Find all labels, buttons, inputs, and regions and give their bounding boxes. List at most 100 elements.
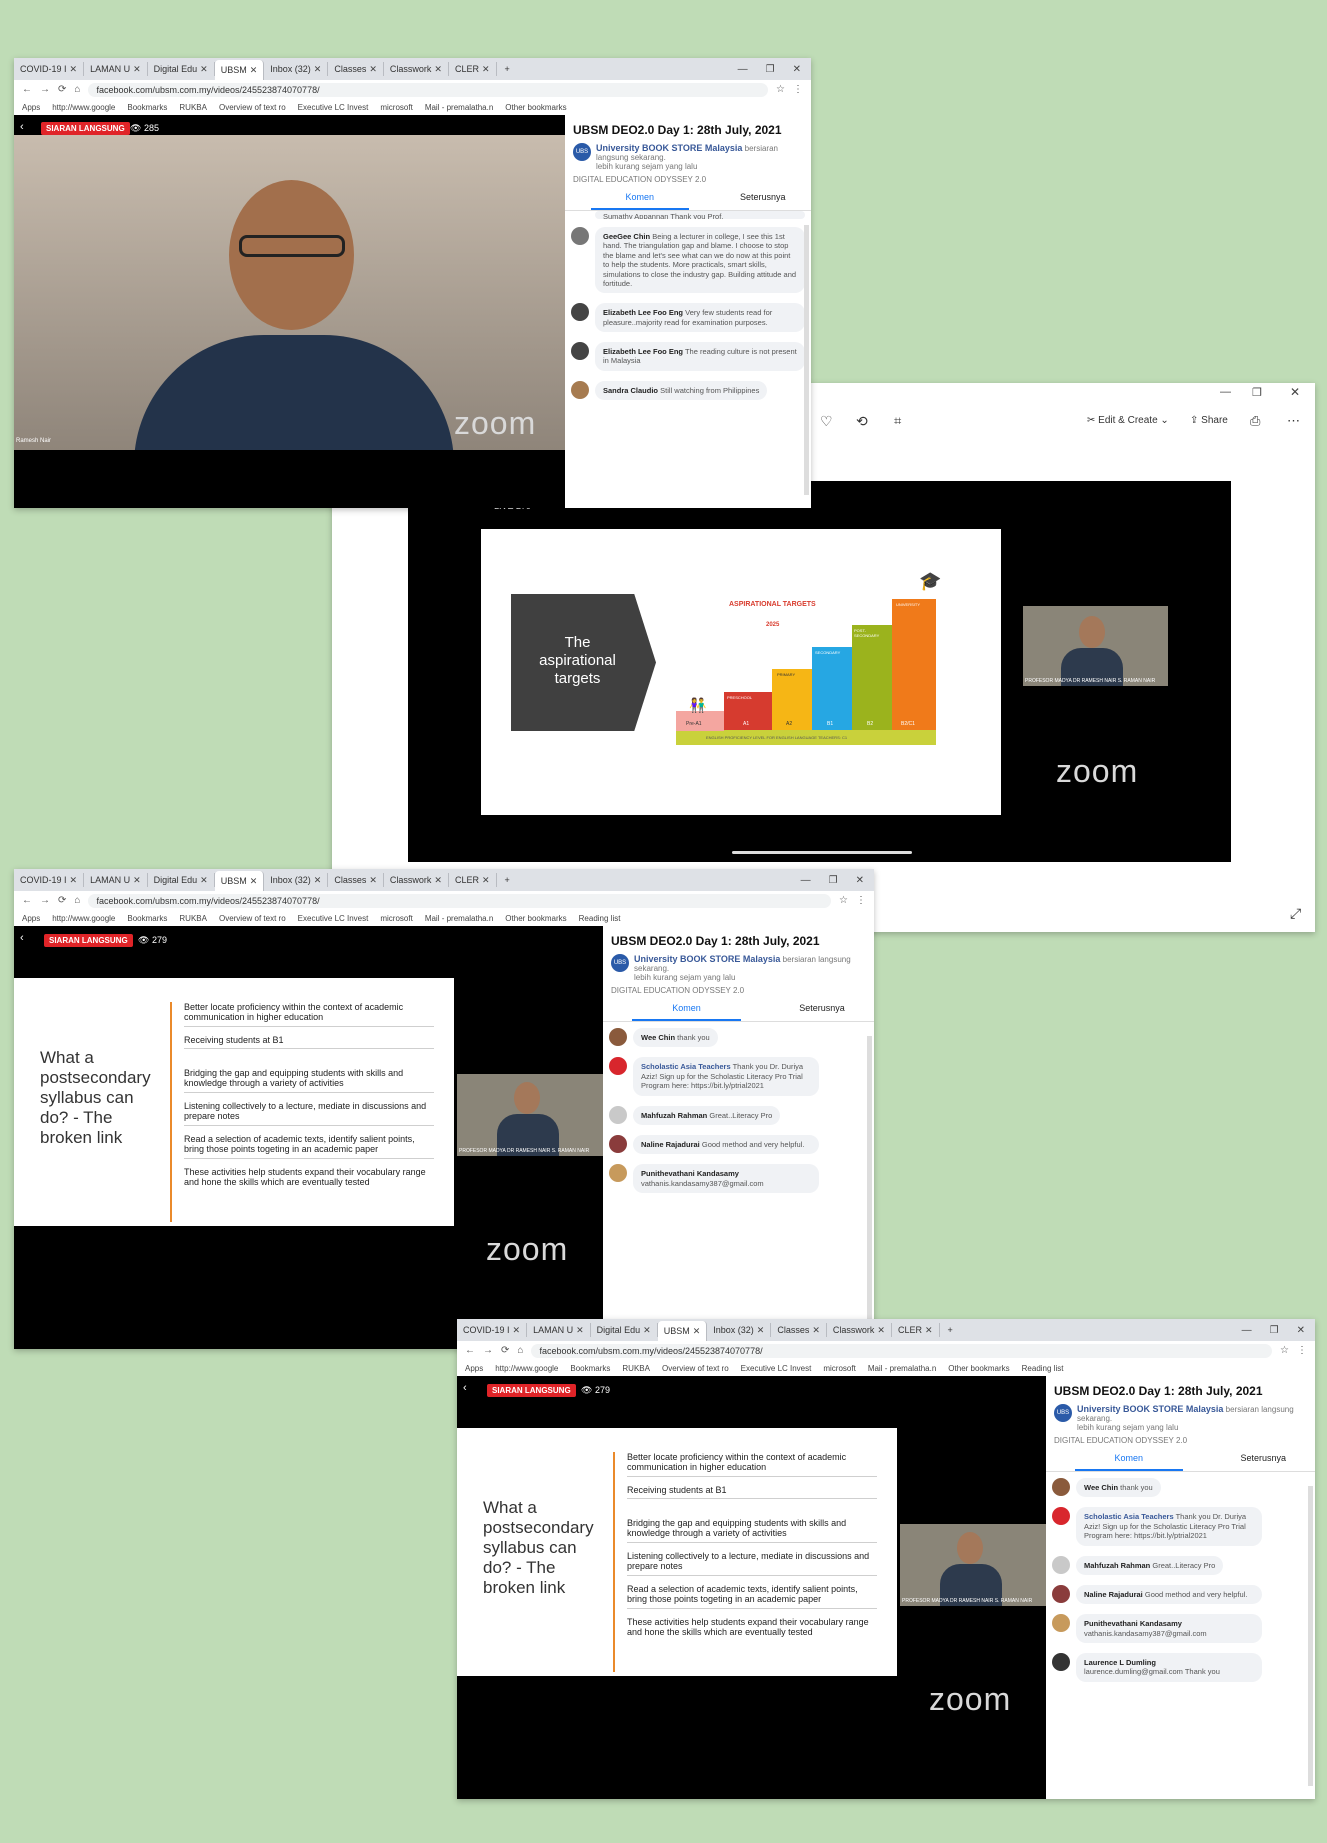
star-icon[interactable]: ☆ xyxy=(1280,1345,1289,1356)
avatar[interactable] xyxy=(571,303,589,322)
bookmark-item[interactable]: Apps xyxy=(22,103,40,112)
tab-next[interactable]: Seterusnya xyxy=(799,997,845,1021)
heart-icon[interactable]: ♡ xyxy=(820,413,833,430)
bookmark-item[interactable]: Other bookmarks xyxy=(505,103,566,112)
share-button[interactable]: ⇪ Share xyxy=(1190,415,1228,426)
bookmark-item[interactable]: Bookmarks xyxy=(570,1364,610,1373)
bookmark-item[interactable]: RUKBA xyxy=(179,103,207,112)
restore-icon[interactable]: ❐ xyxy=(829,875,838,886)
bookmark-item[interactable]: Reading list xyxy=(579,914,621,923)
tab-item[interactable]: COVID-19 I ✕ xyxy=(14,873,85,887)
bookmark-item[interactable]: Executive LC Invest xyxy=(298,103,369,112)
new-tab-icon[interactable]: + xyxy=(497,64,518,74)
bookmark-item[interactable]: Mail - premalatha.n xyxy=(425,103,493,112)
close-icon[interactable]: ✕ xyxy=(1297,1325,1305,1336)
menu-icon[interactable]: ⋮ xyxy=(1297,1345,1315,1356)
tab-item[interactable]: CLER ✕ xyxy=(449,62,497,76)
bookmark-item[interactable]: Executive LC Invest xyxy=(298,914,369,923)
scrollbar[interactable] xyxy=(804,225,809,495)
bookmark-item[interactable]: http://www.google xyxy=(52,103,115,112)
bookmark-item[interactable]: RUKBA xyxy=(622,1364,650,1373)
tab-item[interactable]: Inbox (32) ✕ xyxy=(707,1323,772,1337)
new-tab-icon[interactable]: + xyxy=(497,875,518,885)
tab-item[interactable]: CLER ✕ xyxy=(892,1323,940,1337)
scrollbar[interactable] xyxy=(1308,1486,1313,1786)
new-tab-icon[interactable]: + xyxy=(940,1325,961,1335)
tab-item[interactable]: Digital Edu ✕ xyxy=(591,1323,658,1337)
bookmark-item[interactable]: Executive LC Invest xyxy=(741,1364,812,1373)
back-arrow-icon[interactable]: ‹ xyxy=(20,121,24,133)
close-icon[interactable]: ✕ xyxy=(793,64,801,75)
tab-comments[interactable]: Komen xyxy=(590,186,689,210)
avatar[interactable] xyxy=(1052,1555,1070,1574)
minimize-icon[interactable]: — xyxy=(738,64,748,75)
tab-item[interactable]: Inbox (32) ✕ xyxy=(264,62,329,76)
bookmark-item[interactable]: microsoft xyxy=(380,914,412,923)
avatar[interactable] xyxy=(1052,1614,1070,1633)
rotate-icon[interactable]: ⟲ xyxy=(856,413,868,430)
avatar[interactable] xyxy=(571,380,589,399)
tab-item[interactable]: Classwork ✕ xyxy=(384,62,449,76)
reload-icon[interactable]: ⟳ xyxy=(501,1345,509,1356)
avatar[interactable] xyxy=(1052,1507,1070,1526)
avatar[interactable] xyxy=(571,227,589,245)
bookmark-item[interactable]: Reading list xyxy=(1022,1364,1064,1373)
tab-comments[interactable]: Komen xyxy=(632,997,741,1021)
avatar[interactable] xyxy=(1052,1584,1070,1603)
tab-next[interactable]: Seterusnya xyxy=(740,186,786,210)
tab-item-active[interactable]: UBSM ✕ xyxy=(214,60,265,80)
forward-icon[interactable]: → xyxy=(40,84,50,95)
menu-icon[interactable]: ⋮ xyxy=(856,895,874,906)
bookmark-item[interactable]: microsoft xyxy=(823,1364,855,1373)
page-name-link[interactable]: University BOOK STORE Malaysia xyxy=(1077,1404,1223,1414)
page-avatar-icon[interactable]: UBS xyxy=(573,143,591,161)
forward-icon[interactable]: → xyxy=(483,1345,493,1356)
page-avatar-icon[interactable]: UBS xyxy=(1054,1404,1072,1422)
bookmark-item[interactable]: Other bookmarks xyxy=(948,1364,1009,1373)
back-icon[interactable]: ← xyxy=(465,1345,475,1356)
forward-icon[interactable]: → xyxy=(40,895,50,906)
url-field[interactable]: facebook.com/ubsm.com.my/videos/24552387… xyxy=(531,1343,1273,1358)
tab-item[interactable]: Classes ✕ xyxy=(771,1323,827,1337)
url-field[interactable]: facebook.com/ubsm.com.my/videos/24552387… xyxy=(88,893,832,908)
tab-next[interactable]: Seterusnya xyxy=(1241,1447,1287,1471)
restore-icon[interactable]: ❐ xyxy=(1270,1325,1279,1336)
menu-icon[interactable]: ⋮ xyxy=(793,84,811,95)
bookmark-item[interactable]: Other bookmarks xyxy=(505,914,566,923)
bookmark-item[interactable]: Apps xyxy=(22,914,40,923)
minimize-icon[interactable]: — xyxy=(801,875,811,886)
edit-create-button[interactable]: ✂ Edit & Create ⌄ xyxy=(1087,415,1169,426)
tab-item[interactable]: Digital Edu ✕ xyxy=(148,62,215,76)
tab-item[interactable]: Digital Edu ✕ xyxy=(148,873,215,887)
reload-icon[interactable]: ⟳ xyxy=(58,84,66,95)
tab-item-active[interactable]: UBSM ✕ xyxy=(657,1321,708,1341)
minimize-icon[interactable]: — xyxy=(1242,1325,1252,1336)
tab-item[interactable]: LAMAN U ✕ xyxy=(527,1323,591,1337)
crop-icon[interactable]: ⌗ xyxy=(894,413,901,429)
bookmark-item[interactable]: http://www.google xyxy=(495,1364,558,1373)
bookmark-item[interactable]: Bookmarks xyxy=(127,103,167,112)
back-icon[interactable]: ← xyxy=(22,84,32,95)
back-arrow-icon[interactable]: ‹ xyxy=(463,1382,467,1394)
bookmark-item[interactable]: Overview of text ro xyxy=(219,914,286,923)
restore-icon[interactable]: ❐ xyxy=(1252,386,1262,399)
tab-item[interactable]: Classes ✕ xyxy=(328,873,384,887)
avatar[interactable] xyxy=(609,1164,627,1183)
bookmark-item[interactable]: Bookmarks xyxy=(127,914,167,923)
scrollbar[interactable] xyxy=(867,1036,872,1336)
avatar[interactable] xyxy=(571,342,589,360)
avatar[interactable] xyxy=(609,1134,627,1153)
tab-item[interactable]: Classwork ✕ xyxy=(384,873,449,887)
back-arrow-icon[interactable]: ‹ xyxy=(20,932,24,944)
print-icon[interactable]: ⎙ xyxy=(1250,413,1260,429)
url-field[interactable]: facebook.com/ubsm.com.my/videos/24552387… xyxy=(88,82,769,97)
tab-item[interactable]: Inbox (32) ✕ xyxy=(264,873,329,887)
avatar[interactable] xyxy=(609,1105,627,1124)
tab-item[interactable]: COVID-19 I ✕ xyxy=(457,1323,528,1337)
minimize-icon[interactable]: — xyxy=(1220,386,1231,398)
tab-item[interactable]: CLER ✕ xyxy=(449,873,497,887)
page-avatar-icon[interactable]: UBS xyxy=(611,954,629,972)
bookmark-item[interactable]: Mail - premalatha.n xyxy=(425,914,493,923)
tab-item[interactable]: COVID-19 I ✕ xyxy=(14,62,85,76)
tab-item[interactable]: LAMAN U ✕ xyxy=(84,873,148,887)
